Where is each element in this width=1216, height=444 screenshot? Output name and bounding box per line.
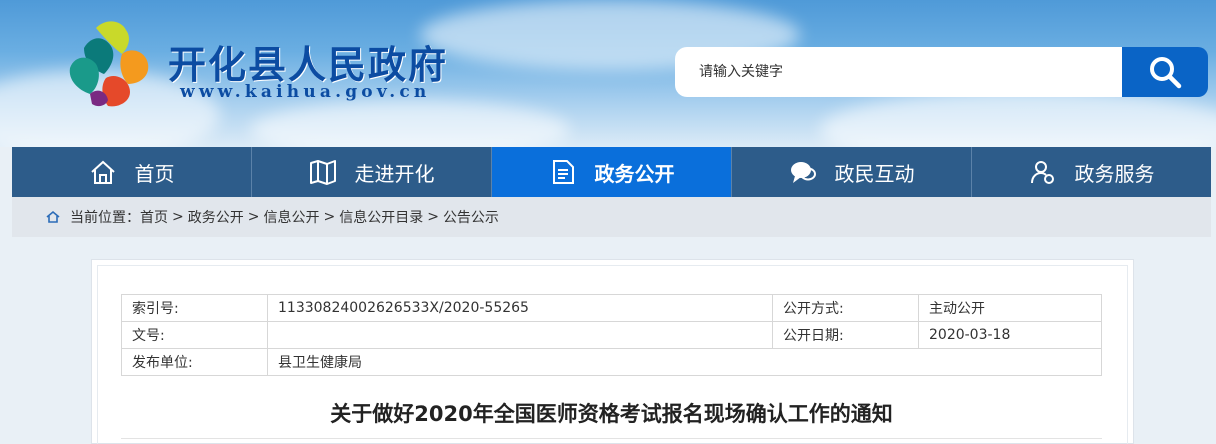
- breadcrumb-link-home[interactable]: 首页: [140, 207, 168, 227]
- nav-item-interaction[interactable]: 政民互动: [732, 147, 972, 197]
- date-value: 2020-03-18: [918, 321, 1102, 349]
- main-nav: 首页 走进开化 政务公开 政民互动 政务服务: [12, 147, 1211, 197]
- publisher-label: 发布单位:: [121, 348, 268, 376]
- doc-number-label: 文号:: [121, 321, 268, 349]
- breadcrumb-link-information[interactable]: 信息公开: [263, 207, 319, 227]
- breadcrumb-link-government-affairs[interactable]: 政务公开: [188, 207, 244, 227]
- document-meta-table: 索引号: 11330824002626533X/2020-55265 公开方式:…: [121, 294, 1102, 376]
- breadcrumb: 当前位置： 首页 > 政务公开 > 信息公开 > 信息公开目录 > 公告公示: [12, 197, 1211, 237]
- chat-icon: [789, 158, 817, 186]
- index-value: 11330824002626533X/2020-55265: [267, 294, 773, 322]
- breadcrumb-link-notices[interactable]: 公告公示: [443, 207, 499, 227]
- home-icon: [89, 158, 117, 186]
- cloud-decoration: [820, 90, 1216, 147]
- document-icon: [549, 158, 577, 186]
- map-icon: [309, 158, 337, 186]
- breadcrumb-link-catalog[interactable]: 信息公开目录: [339, 207, 423, 227]
- breadcrumb-separator: >: [323, 209, 336, 225]
- nav-label: 首页: [134, 161, 175, 186]
- table-row: 文号: 公开日期: 2020-03-18: [121, 321, 1102, 349]
- date-label: 公开日期:: [772, 321, 919, 349]
- publicity-value: 主动公开: [918, 294, 1102, 322]
- cloud-decoration: [250, 100, 570, 147]
- nav-label: 政务公开: [594, 161, 675, 186]
- breadcrumb-separator: >: [427, 209, 439, 225]
- nav-item-government-affairs[interactable]: 政务公开: [492, 147, 732, 197]
- nav-item-explore[interactable]: 走进开化: [252, 147, 492, 197]
- nav-label: 政务服务: [1074, 161, 1155, 186]
- breadcrumb-separator: >: [247, 209, 260, 225]
- index-label: 索引号:: [121, 294, 268, 322]
- doc-number-value: [267, 321, 773, 349]
- document-title: 关于做好2020年全国医师资格考试报名现场确认工作的通知: [330, 402, 893, 426]
- publicity-label: 公开方式:: [772, 294, 919, 322]
- search-icon: [1150, 57, 1182, 89]
- site-url: www.kaihua.gov.cn: [180, 82, 431, 102]
- site-header: 开化县人民政府 www.kaihua.gov.cn: [0, 0, 1216, 147]
- location-home-icon: [46, 210, 60, 223]
- nav-label: 政民互动: [834, 161, 915, 186]
- publisher-value: 县卫生健康局: [267, 348, 1102, 376]
- search-button[interactable]: [1122, 47, 1208, 97]
- nav-label: 走进开化: [354, 161, 435, 186]
- search-bar: [675, 47, 1208, 97]
- breadcrumb-separator: >: [172, 209, 184, 225]
- search-input[interactable]: [675, 47, 1123, 97]
- county-map-logo-icon[interactable]: [66, 18, 152, 110]
- table-row: 发布单位: 县卫生健康局: [121, 348, 1102, 376]
- nav-item-services[interactable]: 政务服务: [972, 147, 1211, 197]
- site-title[interactable]: 开化县人民政府: [168, 34, 448, 89]
- breadcrumb-prefix: 当前位置：: [70, 210, 140, 226]
- table-row: 索引号: 11330824002626533X/2020-55265 公开方式:…: [121, 294, 1102, 322]
- title-divider: [121, 438, 1102, 439]
- person-service-icon: [1029, 158, 1057, 186]
- nav-item-home[interactable]: 首页: [12, 147, 252, 197]
